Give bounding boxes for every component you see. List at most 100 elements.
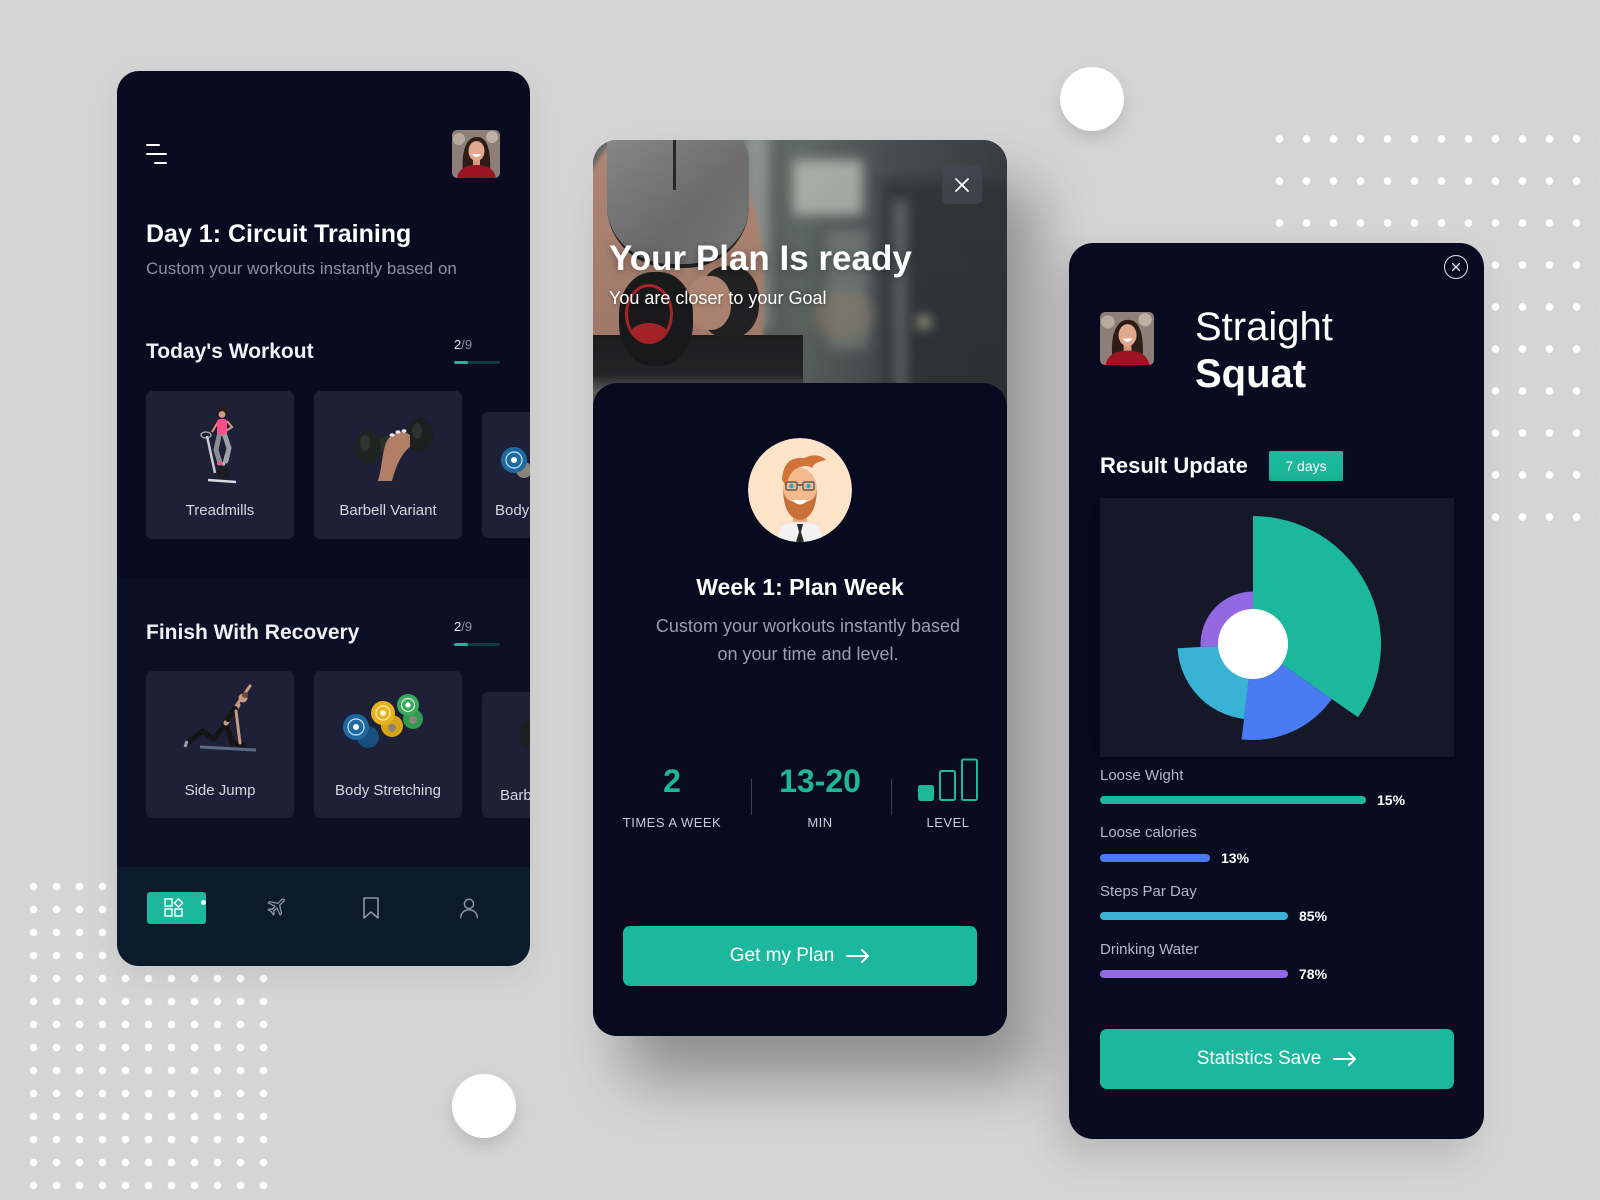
metric-label: Loose calories [1100,824,1197,841]
workout-card-label: Body [495,502,530,519]
close-button[interactable] [1444,255,1468,279]
chart-center-hole [1218,609,1288,679]
stat-label: MIN [807,815,833,830]
dashboard-icon [164,898,184,917]
nav-profile[interactable] [458,896,480,920]
hero-title: Your Plan Is ready [609,239,912,278]
decor-circle-bottom [452,1074,516,1138]
close-icon [955,178,969,192]
week-title: Week 1: Plan Week [696,574,904,600]
stat-label: LEVEL [926,815,970,830]
progress-fill [454,643,468,646]
exercise-title-light: Straight [1195,305,1333,349]
progress-counter: 2/9 [454,337,472,353]
page-title: Day 1: Circuit Training [146,220,412,248]
close-circle-icon [1451,262,1461,272]
workout-card-side-jump[interactable]: Side Jump [146,671,294,818]
trainer-face-icon [748,438,852,542]
metric-loose-weight: Loose Wight 15% [1100,766,1454,810]
metric-bar [1100,854,1210,862]
stat-label: TIMES A WEEK [622,815,722,830]
workout-card-body-stretching[interactable]: Body Stretching [314,671,462,818]
decor-circle-top [1060,67,1124,131]
bookmark-icon [363,897,379,919]
workout-card-label: Treadmills [185,502,255,519]
button-label: Statistics Save [1196,1048,1322,1069]
cartoon-trainer-avatar [748,438,852,542]
stat-frequency: 2 [602,761,742,801]
exercise-stats-screen: Straight Squat Result Update 7 days Loos… [1069,243,1484,1139]
metric-value: 13% [1221,850,1250,866]
metric-steps-per-day: Steps Par Day 85% [1100,882,1454,926]
nav-bookmarks[interactable] [361,896,381,920]
metric-row: 78% [1100,966,1454,982]
period-badge[interactable]: 7 days [1269,451,1343,481]
level-bar [961,758,978,801]
polar-chart-container [1100,498,1454,757]
weight-plates-icon [343,694,423,748]
workout-card-treadmills[interactable]: Treadmills [146,391,294,539]
level-bar [918,785,934,801]
stat-value: 13-20 [779,763,861,799]
page-subtitle: Custom your workouts instantly based on [146,259,457,278]
menu-line [146,144,160,146]
exercise-bike-icon [200,406,237,484]
metric-row: 13% [1100,850,1454,866]
workout-card-body[interactable]: Body [482,412,530,538]
airplane-icon [267,898,286,916]
arrow-right-icon [1333,1052,1357,1066]
woman-portrait-icon [1100,312,1154,365]
metric-drinking-water: Drinking Water 78% [1100,940,1454,984]
nav-dashboard[interactable] [147,892,206,924]
plan-description-line: Custom your workouts instantly based [655,616,961,636]
plan-description-line: on your time and level. [717,644,899,664]
workout-card-label: Barbell Variant [339,502,437,519]
workout-card-barbell-variant[interactable]: Barbell Variant [314,391,462,539]
progress-fill [454,361,468,364]
dumbbell-icon [520,720,530,748]
metric-value: 85% [1299,908,1328,924]
workout-screen: Day 1: Circuit Training Custom your work… [117,71,530,966]
menu-button[interactable] [143,139,171,167]
metric-bar [1100,912,1288,920]
bottom-nav [117,867,530,966]
nav-flights[interactable] [265,897,287,919]
metric-label: Steps Par Day [1100,883,1197,900]
workout-card-barbell[interactable]: Barb [482,692,530,818]
dumbbell-icon [355,418,433,481]
metric-label: Drinking Water [1100,941,1199,958]
woman-portrait-icon [452,130,500,178]
metric-value: 78% [1299,966,1328,982]
get-my-plan-button[interactable]: Get my Plan [623,926,977,986]
workout-card-label: Barb [500,787,530,804]
plan-ready-screen: Your Plan Is ready You are closer to you… [593,140,1007,1036]
result-update-title: Result Update [1100,453,1248,478]
plan-card: Week 1: Plan Week Custom your workouts i… [593,383,1007,1036]
yoga-pose-icon [183,684,257,752]
button-label: Get my Plan [729,945,835,966]
workout-card-label: Side Jump [184,782,256,799]
metric-row: 85% [1100,908,1454,924]
menu-line [154,162,167,164]
workout-card-label: Body Stretching [335,782,441,799]
arrow-right-icon [846,949,870,963]
section-title-todays-workout: Today's Workout [146,340,314,363]
user-avatar[interactable] [1100,312,1154,365]
hero-subtitle: You are closer to your Goal [609,288,827,308]
user-icon [460,898,478,919]
stat-divider [891,779,892,815]
progress-counter: 2/9 [454,619,472,635]
statistics-save-button[interactable]: Statistics Save [1100,1029,1454,1089]
metric-loose-calories: Loose calories 13% [1100,823,1454,867]
progress-track [454,361,500,364]
user-avatar[interactable] [452,130,500,178]
progress-total: /9 [461,337,473,352]
exercise-title-bold: Squat [1195,352,1307,396]
section-title-finish-with-recovery: Finish With Recovery [146,621,360,644]
weight-plate-icon [501,447,530,478]
metric-label: Loose Wight [1100,767,1184,784]
menu-line [146,153,167,155]
close-button[interactable] [942,165,982,204]
metric-bar [1100,970,1288,978]
stat-duration: 13-20 [750,761,890,801]
